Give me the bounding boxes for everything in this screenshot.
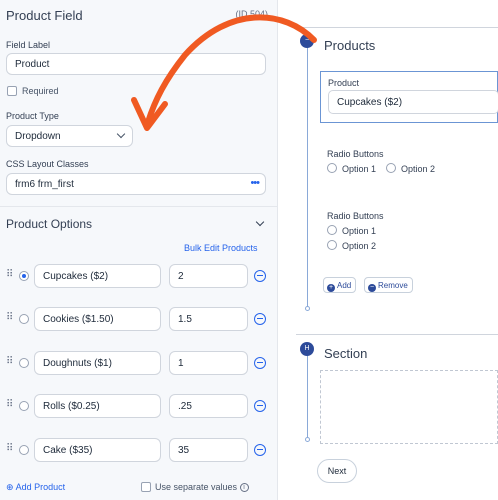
option-name-input[interactable]: Cupcakes ($2) [34,264,161,288]
divider [296,27,498,28]
option-row: ⠿ Rolls ($0.25) .25 [0,394,278,418]
remove-option-icon[interactable] [254,357,266,369]
radio-option-label: Option 2 [401,164,436,174]
drag-handle-icon[interactable]: ⠿ [6,443,13,454]
product-dropdown-preview[interactable]: Cupcakes ($2) [328,90,498,114]
next-button[interactable]: Next [317,459,357,483]
remove-option-icon[interactable] [254,313,266,325]
products-group-title: Products [324,38,376,53]
add-field-button[interactable]: + Add [323,277,357,293]
drag-handle-icon[interactable]: ⠿ [6,399,13,410]
separate-values-checkbox[interactable] [141,482,151,492]
radio-option-label: Option 1 [342,164,377,174]
required-checkbox[interactable] [7,86,17,96]
option-value-input[interactable]: 1.5 [169,307,248,331]
default-radio[interactable] [19,401,29,411]
remove-field-button[interactable]: − Remove [364,277,413,293]
field-label-caption: Field Label [6,40,51,50]
product-type-value: Dropdown [15,131,61,142]
plus-icon: + [327,284,335,292]
default-radio[interactable] [19,358,29,368]
section-drop-zone[interactable] [320,370,498,444]
product-field-label: Product [328,78,360,88]
field-settings-panel: Product Field (ID 504) Field Label Produ… [0,0,278,500]
product-field-card[interactable]: Product Cupcakes ($2) [320,71,498,123]
info-icon[interactable]: i [239,483,249,493]
divider [296,334,498,335]
option-name-input[interactable]: Cookies ($1.50) [34,307,161,331]
more-options-icon[interactable]: ••• [250,177,260,189]
option-value-input[interactable]: 35 [169,438,248,462]
default-radio[interactable] [19,314,29,324]
radio-option[interactable] [327,163,337,173]
option-value-input[interactable]: 1 [169,351,248,375]
remove-option-icon[interactable] [254,400,266,412]
plus-circle-icon: ⊕ [6,482,14,492]
connector-end-dot [305,306,310,311]
radio-option[interactable] [327,240,337,250]
remove-option-icon[interactable] [254,444,266,456]
option-row: ⠿ Doughnuts ($1) 1 [0,351,278,375]
option-name-input[interactable]: Doughnuts ($1) [34,351,161,375]
remove-option-icon[interactable] [254,270,266,282]
drag-handle-icon[interactable]: ⠿ [6,269,13,280]
option-row: ⠿ Cupcakes ($2) 2 [0,264,278,288]
product-type-caption: Product Type [6,111,59,121]
default-radio[interactable] [19,445,29,455]
radio-option-label: Option 2 [342,241,377,251]
chevron-down-icon [116,129,126,139]
section-title: Section [324,346,368,361]
option-value-input[interactable]: .25 [169,394,248,418]
divider [0,206,278,207]
add-product-label: Add Product [15,482,66,492]
radio-option[interactable] [386,163,396,173]
option-row: ⠿ Cake ($35) 35 [0,438,278,462]
default-radio[interactable] [19,271,29,281]
add-product-button[interactable]: ⊕ Add Product [6,482,65,493]
css-classes-input[interactable]: frm6 frm_first ••• [6,173,266,195]
drag-handle-icon[interactable]: ⠿ [6,312,13,323]
option-row: ⠿ Cookies ($1.50) 1.5 [0,307,278,331]
bulk-edit-link[interactable]: Bulk Edit Products [184,243,258,253]
chevron-down-icon[interactable] [255,217,265,227]
css-classes-value: frm6 frm_first [15,179,74,190]
connector-end-dot [305,437,310,442]
group-connector-line [307,47,308,309]
minus-icon: − [368,284,376,292]
option-name-input[interactable]: Cake ($35) [34,438,161,462]
separate-values-label: Use separate values i [155,482,249,493]
option-name-input[interactable]: Rolls ($0.25) [34,394,161,418]
panel-title: Product Field [6,8,83,23]
product-options-title[interactable]: Product Options [6,217,92,231]
field-label-input[interactable]: Product [6,53,266,75]
product-type-select[interactable]: Dropdown [6,125,133,147]
section-connector-line [307,355,308,441]
section-node-icon[interactable]: H [300,342,314,356]
radio-option-label: Option 1 [342,226,377,236]
required-label: Required [22,86,59,96]
css-classes-caption: CSS Layout Classes [6,159,89,169]
radio-group-label: Radio Buttons [327,211,384,221]
drag-handle-icon[interactable]: ⠿ [6,356,13,367]
option-value-input[interactable]: 2 [169,264,248,288]
minus-node-icon[interactable]: − [300,34,314,48]
panel-header: Product Field (ID 504) [6,8,268,23]
radio-group-label: Radio Buttons [327,149,384,159]
field-id-badge: (ID 504) [235,9,268,19]
radio-option[interactable] [327,225,337,235]
